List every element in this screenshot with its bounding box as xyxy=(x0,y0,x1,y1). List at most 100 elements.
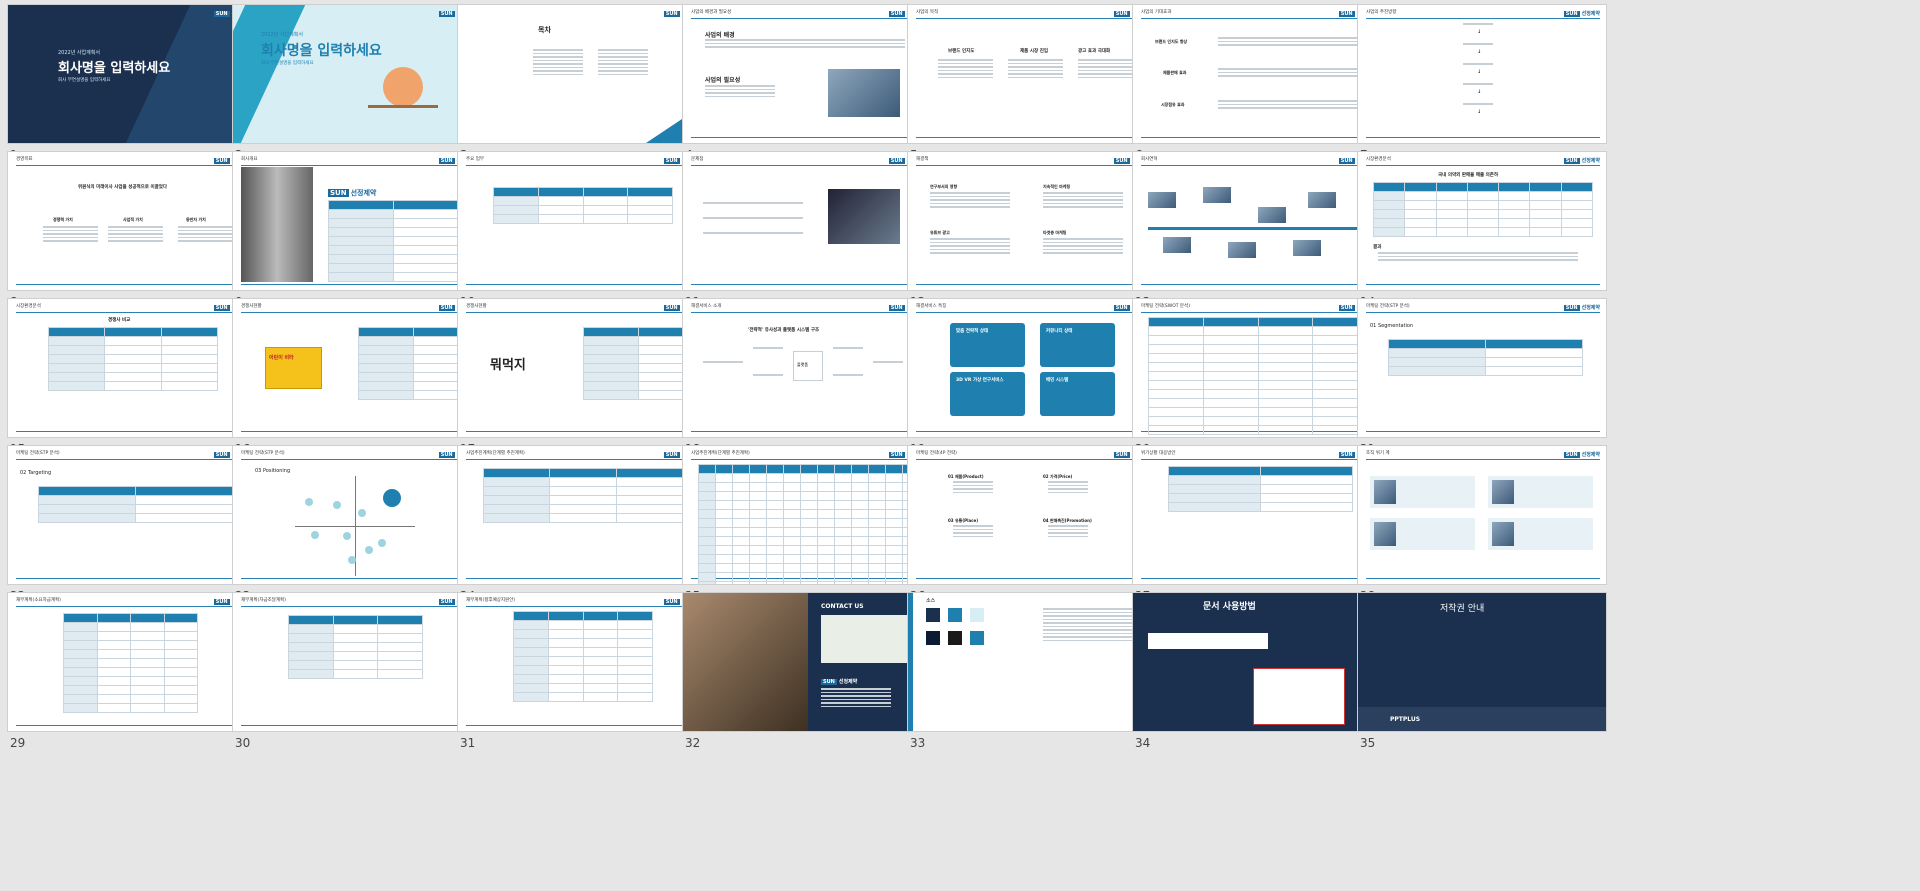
slide-thumbnail-14[interactable]: 시장환경분석 SUN선정제약 · 국내 의약외 판매율 매출 의존하 결과 14 xyxy=(1358,152,1606,312)
slide-thumbnail-25[interactable]: 사업추진계획(단계별 추진계획) SUN선정제약 · 25 xyxy=(683,446,931,606)
slide-header: 시장환경분석 xyxy=(16,304,41,309)
slide-canvas: 소스 xyxy=(908,593,1156,731)
slide-thumbnail-34[interactable]: 문서 사용방법 34 xyxy=(1133,593,1381,753)
slide-canvas: 해결서비스 소개 SUN선정제약 · '전략적' 유사성과 플랫폼 시스템 구조… xyxy=(683,299,931,437)
slide-thumbnail-35[interactable]: 저작권 안내 PPTPLUS 35 xyxy=(1358,593,1606,753)
slide-thumbnail-18[interactable]: 해결서비스 소개 SUN선정제약 · '전략적' 유사성과 플랫폼 시스템 구조… xyxy=(683,299,931,459)
slide-thumbnail-1[interactable]: SUN선정제약 2022년 사업계획서 회사명을 입력하세요 회사 부연설명을 … xyxy=(8,5,256,165)
slide-header: 사업의 추진방향 xyxy=(1366,10,1397,15)
slide-thumbnail-12[interactable]: 해결책 SUN선정제약 · 연구부서의 영향 지속적인 마케팅 유튜브 광고 타… xyxy=(908,152,1156,312)
slide-header: 재무계획(소요자금계획) xyxy=(16,598,61,603)
slide-thumbnail-26[interactable]: 마케팅 전략(4P 전략) SUN선정제약 · 01 제품(Product) 0… xyxy=(908,446,1156,606)
slide-header: 시장환경분석 xyxy=(1366,157,1391,162)
slide-thumbnail-32[interactable]: CONTACT US SUN 선정제약 32 xyxy=(683,593,931,753)
slide-thumbnail-5[interactable]: 사업의 목적 SUN선정제약 · 브랜드 인지도 제품 시장 진입 광고 효과 … xyxy=(908,5,1156,165)
slide-number: 31 xyxy=(460,736,476,750)
slide-thumbnail-3[interactable]: SUN선정제약 목차 3 xyxy=(458,5,706,165)
slide-thumbnail-28[interactable]: 조직 위기 계 SUN선정제약 · 28 xyxy=(1358,446,1606,606)
slide-header: 마케팅 전략(SWOT 분석) xyxy=(1141,304,1190,309)
slide-canvas: 마케팅 전략(STP 분석) SUN선정제약 · 03 Positioning xyxy=(233,446,481,584)
slide-thumbnail-27[interactable]: 위기상황 대응방안 SUN선정제약 · 27 xyxy=(1133,446,1381,606)
slide-number: 33 xyxy=(910,736,926,750)
slide-header: 사업의 배경과 필요성 xyxy=(691,10,732,15)
slide-header: 경영목표 xyxy=(16,157,33,162)
slide-header: 재무계획(향후예상지원안) xyxy=(466,598,516,603)
slide-thumbnail-11[interactable]: 문제점 SUN선정제약 · 11 xyxy=(683,152,931,312)
slide-canvas: 조직 위기 계 SUN 선정제약 · xyxy=(1358,446,1606,584)
illustration-person xyxy=(383,67,423,107)
slide-thumbnail-22[interactable]: 마케팅 전략(STP 분석) SUN선정제약 · 02 Targeting 22 xyxy=(8,446,256,606)
slide-canvas: 마케팅 전략(STP 분석) SUN 선정제약 · 01 Segmentation xyxy=(1358,299,1606,437)
slide-number: 35 xyxy=(1360,736,1376,750)
slide-thumbnail-20[interactable]: 마케팅 전략(SWOT 분석) SUN선정제약 · 20 xyxy=(1133,299,1381,459)
slide-canvas: 사업의 목적 SUN선정제약 · 브랜드 인지도 제품 시장 진입 광고 효과 … xyxy=(908,5,1156,143)
slide-thumbnail-7[interactable]: 사업의 추진방향 SUN선정제약 · ↓↓↓↓↓ 7 xyxy=(1358,5,1606,165)
slide-thumbnail-16[interactable]: 경쟁사현황 SUN선정제약 · 어린이 비타 16 xyxy=(233,299,481,459)
slide-title: 회사명을 입력하세요 xyxy=(261,43,382,59)
slide-header: 주요 업무 xyxy=(466,157,484,162)
slide-thumbnail-24[interactable]: 사업추진계획(단계별 추진계획) SUN선정제약 · 24 xyxy=(458,446,706,606)
slide-thumbnail-23[interactable]: 마케팅 전략(STP 분석) SUN선정제약 · 03 Positioning … xyxy=(233,446,481,606)
feature-tile: 3D VR 가상 연구서비스 xyxy=(950,372,1025,416)
slide-canvas: 재무계획(소요자금계획) SUN선정제약 · xyxy=(8,593,256,731)
slide-kicker: 2022년 사업계획서 xyxy=(261,32,303,38)
slide-thumbnail-21[interactable]: 마케팅 전략(STP 분석) SUN 선정제약 · 01 Segmentation… xyxy=(1358,299,1606,459)
slide-canvas: 해결책 SUN선정제약 · 연구부서의 영향 지속적인 마케팅 유튜브 광고 타… xyxy=(908,152,1156,290)
slide-canvas: 경쟁사현황 SUN선정제약 · 어린이 비타 xyxy=(233,299,481,437)
map xyxy=(821,615,916,663)
slide-thumbnail-9[interactable]: 회사개요 SUN선정제약 · SUN선정제약 9 xyxy=(233,152,481,312)
slide-thumbnail-15[interactable]: 시장환경분석 SUN선정제약 · 경쟁사 비교 15 xyxy=(8,299,256,459)
slide-title: 회사명을 입력하세요 xyxy=(58,61,171,76)
color-swatch xyxy=(970,608,984,622)
feature-tile: 맞춤 전략적 상태 xyxy=(950,323,1025,367)
slide-sorter-grid: SUN선정제약 2022년 사업계획서 회사명을 입력하세요 회사 부연설명을 … xyxy=(0,0,1920,891)
slide-thumbnail-6[interactable]: 사업의 기대효과 SUN선정제약 · 브랜드 인지도 향상 제품판매 효과 시장… xyxy=(1133,5,1381,165)
section-heading: 사업의 배경 xyxy=(705,32,735,39)
color-swatch xyxy=(926,631,940,645)
slide-canvas: 주요 업무 SUN선정제약 · xyxy=(458,152,706,290)
slide-title: 문서 사용방법 xyxy=(1203,602,1256,612)
slide-canvas: 재무계획(향후예상지원안) SUN선정제약 · xyxy=(458,593,706,731)
slide-thumbnail-4[interactable]: 사업의 배경과 필요성 SUN선정제약 · 사업의 배경 사업의 필요성 4 xyxy=(683,5,931,165)
slide-canvas: 재무계획(자금조달계획) SUN선정제약 · xyxy=(233,593,481,731)
slide-title: 저작권 안내 xyxy=(1440,604,1485,614)
slide-header: 해결책 xyxy=(916,157,929,162)
slide-canvas: 문제점 SUN선정제약 · xyxy=(683,152,931,290)
building-photo xyxy=(241,167,313,282)
slide-thumbnail-8[interactable]: 경영목표 SUN선정제약 · 위원식의 미래이사 사업을 성공적으로 이끌었다 … xyxy=(8,152,256,312)
slide-canvas: SUN선정제약 목차 xyxy=(458,5,706,143)
slide-subtitle: 회사 부연설명을 입력하세요 xyxy=(261,61,314,66)
slide-thumbnail-13[interactable]: 회사연혁 SUN선정제약 · 13 xyxy=(1133,152,1381,312)
slide-thumbnail-2[interactable]: SUN선정제약 2022년 사업계획서 회사명을 입력하세요 회사 부연설명을 … xyxy=(233,5,481,165)
handshake-photo xyxy=(683,593,808,731)
slide-canvas: 위기상황 대응방안 SUN선정제약 · xyxy=(1133,446,1381,584)
brand-logo: SUN선정제약 xyxy=(1563,305,1600,311)
slide-canvas: 사업추진계획(단계별 추진계획) SUN선정제약 · xyxy=(683,446,931,584)
slide-canvas: 사업의 배경과 필요성 SUN선정제약 · 사업의 배경 사업의 필요성 xyxy=(683,5,931,143)
slide-thumbnail-31[interactable]: 재무계획(향후예상지원안) SUN선정제약 · 31 xyxy=(458,593,706,753)
slide-number: 32 xyxy=(685,736,701,750)
contact-title: CONTACT US xyxy=(821,603,864,610)
slide-thumbnail-30[interactable]: 재무계획(자금조달계획) SUN선정제약 · 30 xyxy=(233,593,481,753)
slide-thumbnail-10[interactable]: 주요 업무 SUN선정제약 · 10 xyxy=(458,152,706,312)
slide-thumbnail-19[interactable]: 해결서비스 특징 SUN선정제약 · 맞춤 전략적 상태커뮤니티 상태3D VR… xyxy=(908,299,1156,459)
slide-canvas: CONTACT US SUN 선정제약 xyxy=(683,593,931,731)
brand-logo: SUN선정제약 xyxy=(1563,452,1600,458)
slide-thumbnail-29[interactable]: 재무계획(소요자금계획) SUN선정제약 · 29 xyxy=(8,593,256,753)
section-heading: 사업의 필요성 xyxy=(705,77,741,84)
slide-header: 마케팅 전략(STP 분석) xyxy=(16,451,60,456)
slide-header: 조직 위기 계 xyxy=(1366,451,1390,456)
feature-tile: 배민 시스템 xyxy=(1040,372,1115,416)
slide-number: 34 xyxy=(1135,736,1151,750)
slide-header: 사업추진계획(단계별 추진계획) xyxy=(466,451,525,456)
slide-header: 마케팅 전략(STP 분석) xyxy=(1366,304,1410,309)
slide-canvas: 사업추진계획(단계별 추진계획) SUN선정제약 · xyxy=(458,446,706,584)
slide-canvas: 시장환경분석 SUN 선정제약 · 국내 의약외 판매율 매출 의존하 결과 xyxy=(1358,152,1606,290)
slide-canvas: 사업의 기대효과 SUN선정제약 · 브랜드 인지도 향상 제품판매 효과 시장… xyxy=(1133,5,1381,143)
photo xyxy=(828,69,900,117)
slide-thumbnail-33[interactable]: 소스 33 xyxy=(908,593,1156,753)
slide-header: 문제점 xyxy=(691,157,704,162)
brand-wordmark: 뭐먹지 xyxy=(490,358,526,373)
slide-thumbnail-17[interactable]: 경쟁사현황 SUN선정제약 · 뭐먹지 17 xyxy=(458,299,706,459)
slide-canvas: 경쟁사현황 SUN선정제약 · 뭐먹지 xyxy=(458,299,706,437)
